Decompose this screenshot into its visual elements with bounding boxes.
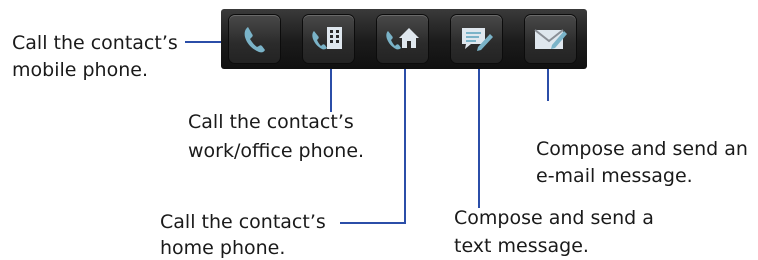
work-label-line1: Call the contact’s bbox=[188, 111, 354, 133]
home-leader-horizontal bbox=[340, 222, 406, 224]
home-label-line2: home phone. bbox=[160, 237, 286, 259]
mobile-phone-icon bbox=[244, 27, 265, 53]
text-label-line1: Compose and send a bbox=[454, 207, 654, 229]
home-phone-icon bbox=[386, 28, 419, 50]
home-leader-line bbox=[404, 69, 406, 224]
email-message-icon bbox=[534, 29, 567, 49]
mobile-label-line2: mobile phone. bbox=[12, 59, 148, 81]
email-label-line1: Compose and send an bbox=[536, 138, 748, 160]
compose-email-button[interactable] bbox=[525, 15, 576, 63]
text-message-icon bbox=[462, 28, 493, 51]
email-label-line2: e-mail message. bbox=[536, 165, 693, 187]
contact-action-toolbar bbox=[221, 9, 587, 69]
home-label-line1: Call the contact’s bbox=[160, 211, 326, 233]
call-mobile-button[interactable] bbox=[229, 15, 280, 63]
call-work-button[interactable] bbox=[303, 15, 354, 63]
mobile-leader-line bbox=[185, 41, 221, 43]
mobile-label-line1: Call the contact’s bbox=[12, 32, 178, 54]
work-leader-line bbox=[330, 69, 332, 112]
work-label-line2: work/office phone. bbox=[188, 140, 365, 162]
compose-text-button[interactable] bbox=[451, 15, 502, 63]
work-phone-icon bbox=[312, 27, 342, 50]
text-leader-line bbox=[478, 69, 480, 208]
text-label-line2: text message. bbox=[454, 235, 589, 257]
call-home-button[interactable] bbox=[377, 15, 428, 63]
email-leader-line bbox=[547, 69, 549, 101]
